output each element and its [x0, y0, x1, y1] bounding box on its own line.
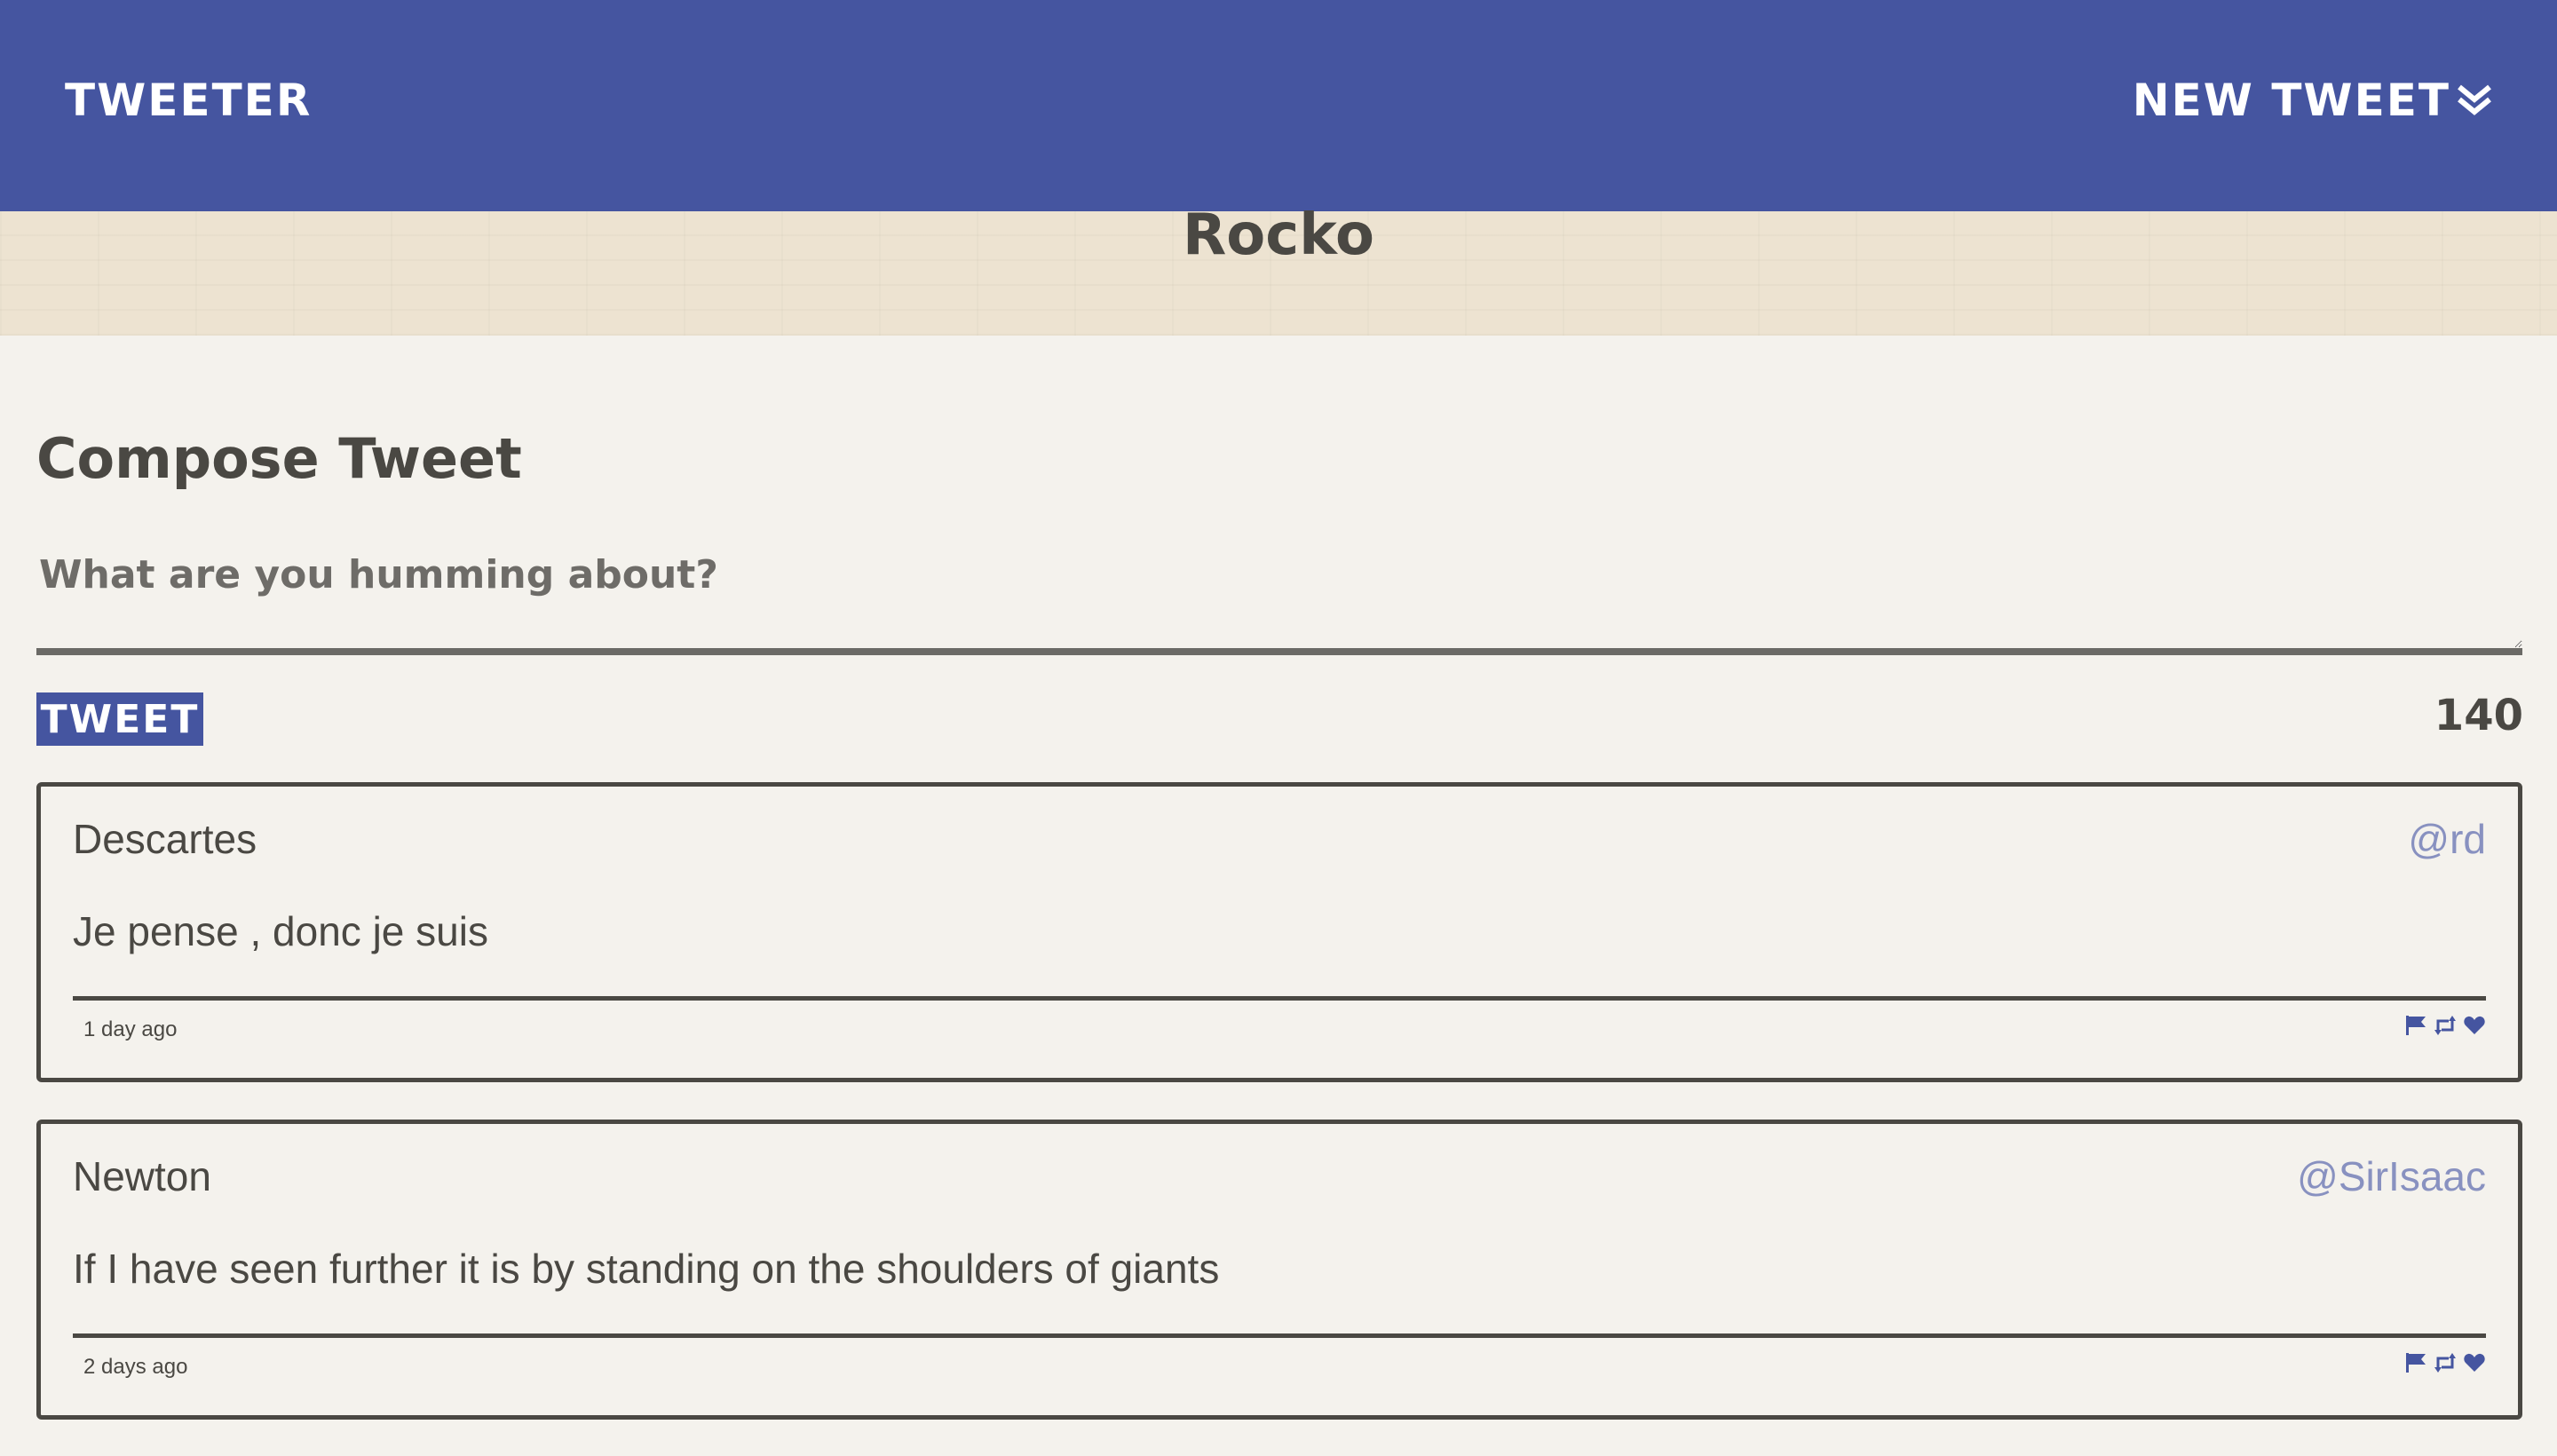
tweet-content: If I have seen further it is by standing…	[73, 1246, 1220, 1292]
double-chevron-down-icon	[2456, 82, 2493, 119]
flag-icon[interactable]	[2404, 1014, 2427, 1037]
tweet-divider	[73, 1333, 2486, 1338]
compose-tweet-input[interactable]	[36, 543, 2522, 655]
flag-icon[interactable]	[2404, 1351, 2427, 1374]
retweet-icon[interactable]	[2433, 1351, 2458, 1374]
new-tweet-button[interactable]: NEW TWEET	[2133, 75, 2493, 126]
tweet-content: Je pense , donc je suis	[73, 908, 488, 954]
new-tweet-label: NEW TWEET	[2132, 75, 2450, 126]
tweet-author-name: Newton	[73, 1153, 211, 1199]
tweet-author-handle: @rd	[2408, 816, 2486, 862]
profile-name: Rocko	[1183, 202, 1374, 268]
top-navbar: TWEETER NEW TWEET	[0, 0, 2557, 211]
tweet-timestamp: 2 days ago	[83, 1355, 188, 1379]
tweet-actions	[2404, 1351, 2486, 1374]
brand-logo[interactable]: TWEETER	[65, 75, 312, 126]
compose-title: Compose Tweet	[36, 426, 522, 491]
tweet-actions	[2404, 1014, 2486, 1037]
heart-icon[interactable]	[2463, 1014, 2486, 1037]
tweet-timestamp: 1 day ago	[83, 1017, 178, 1041]
retweet-icon[interactable]	[2433, 1014, 2458, 1037]
tweet-card: Newton @SirIsaac If I have seen further …	[36, 1120, 2522, 1420]
tweet-author-name: Descartes	[73, 816, 257, 862]
tweet-submit-button[interactable]: TWEET	[36, 692, 203, 746]
char-counter: 140	[2434, 691, 2523, 740]
tweet-divider	[73, 996, 2486, 1001]
heart-icon[interactable]	[2463, 1351, 2486, 1374]
tweet-author-handle: @SirIsaac	[2297, 1153, 2486, 1199]
tweet-card: Descartes @rd Je pense , donc je suis 1 …	[36, 782, 2522, 1082]
